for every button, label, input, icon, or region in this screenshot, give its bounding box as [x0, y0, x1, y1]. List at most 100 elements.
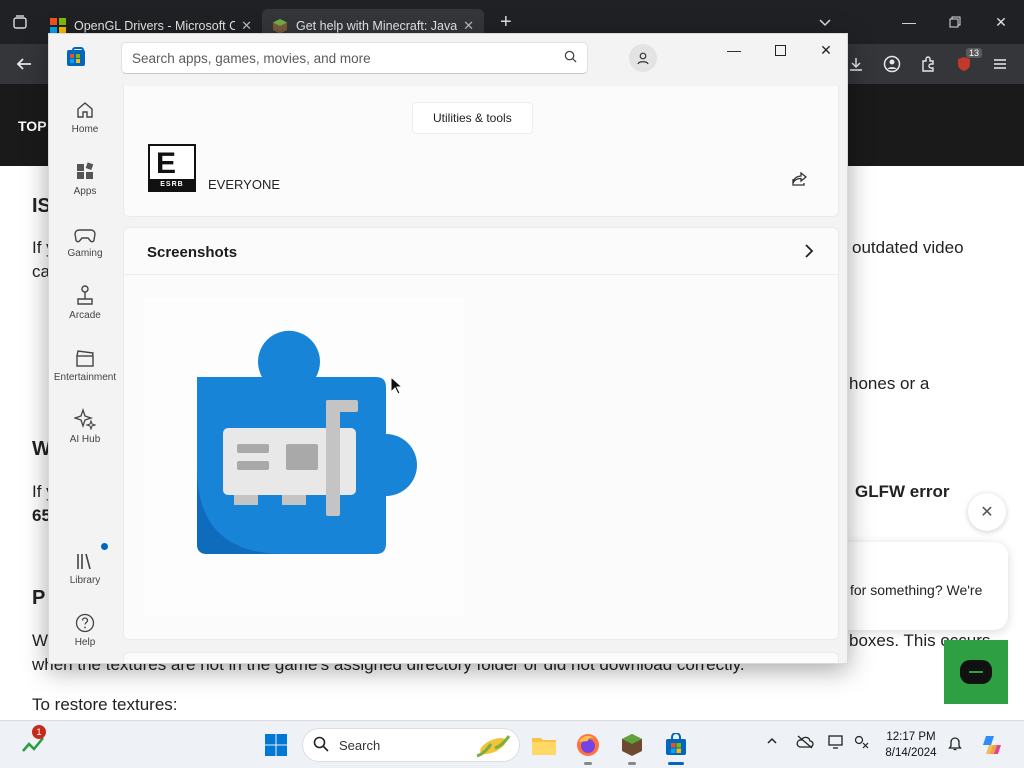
article-text: W — [32, 631, 49, 650]
age-rating-label: EVERYONE — [208, 177, 281, 192]
system-clock[interactable]: 12:17 PM 8/14/2024 — [878, 729, 944, 761]
joystick-icon — [49, 278, 121, 306]
chat-dismiss-icon[interactable]: ✕ — [968, 493, 1006, 531]
sidebar-item-entertainment[interactable]: Entertainment — [49, 340, 121, 396]
close-tab-icon[interactable]: ✕ — [463, 18, 474, 34]
esrb-rating-badge: E ESRB — [148, 144, 196, 192]
microsoft-store-taskbar-icon[interactable] — [662, 731, 690, 765]
clapperboard-icon — [49, 340, 121, 368]
extensions-puzzle-icon[interactable] — [916, 52, 940, 76]
home-icon — [49, 92, 121, 120]
screenshots-title: Screenshots — [147, 244, 238, 261]
sidebar-item-gaming[interactable]: Gaming — [49, 216, 121, 272]
store-product-content: Utilities & tools E ESRB EVERYONE Screen… — [123, 86, 847, 663]
sidebar-item-help[interactable]: Help — [49, 605, 121, 661]
new-tab-icon[interactable]: + — [500, 11, 512, 34]
browser-restore-icon[interactable] — [932, 0, 978, 44]
taskbar-search-label: Search — [339, 738, 381, 753]
library-books-icon — [49, 543, 121, 571]
sidebar-item-arcade[interactable]: Arcade — [49, 278, 121, 334]
browser-minimize-icon[interactable]: — — [886, 0, 932, 44]
article-text: To restore textures: — [32, 695, 178, 714]
screenshot-thumbnail[interactable] — [144, 298, 464, 616]
microsoft-logo-icon — [50, 18, 66, 34]
chevron-right-icon[interactable] — [800, 242, 818, 260]
tab-title: Get help with Minecraft: Java E — [296, 19, 458, 33]
taskbar-search-box[interactable]: Search — [302, 728, 520, 762]
store-search-input[interactable] — [122, 43, 542, 73]
screenshots-header[interactable]: Screenshots — [124, 228, 838, 275]
article-heading: P — [32, 587, 46, 609]
clock-time: 12:17 PM — [886, 731, 936, 743]
clock-date: 8/14/2024 — [885, 747, 937, 759]
help-question-icon — [49, 605, 121, 633]
onedrive-offline-icon[interactable] — [796, 735, 814, 752]
display-settings-icon[interactable] — [828, 735, 844, 752]
menu-hamburger-icon[interactable] — [988, 52, 1012, 76]
article-text: hones or a — [849, 374, 930, 393]
mouse-cursor-icon — [390, 376, 404, 395]
sidebar-item-label: AI Hub — [69, 434, 101, 445]
browser-close-icon[interactable]: ✕ — [978, 0, 1024, 44]
search-icon[interactable] — [564, 50, 577, 66]
gamepad-icon — [49, 216, 121, 244]
sparkle-icon — [49, 402, 121, 430]
store-maximize-icon[interactable] — [757, 34, 803, 66]
esrb-label: ESRB — [150, 179, 194, 190]
sidebar-item-label: Apps — [73, 186, 97, 197]
file-explorer-icon[interactable] — [530, 731, 558, 759]
extension-badge-count: 13 — [965, 48, 982, 58]
screenshots-section: Screenshots — [123, 227, 839, 640]
stocks-widget-icon[interactable]: 1 — [20, 725, 48, 759]
sidebar-item-library[interactable]: Library — [49, 543, 121, 599]
sidebar-item-label: Home — [71, 124, 99, 135]
copilot-icon[interactable] — [978, 731, 1006, 759]
site-nav-top-link[interactable]: TOP — [18, 118, 47, 134]
next-section-card — [123, 652, 839, 663]
sidebar-item-home[interactable]: Home — [49, 92, 121, 148]
share-icon[interactable] — [790, 170, 812, 192]
category-chip[interactable]: Utilities & tools — [412, 102, 533, 134]
running-indicator — [628, 762, 636, 765]
sidebar-item-label: Entertainment — [53, 372, 117, 383]
tab-title: OpenGL Drivers - Microsoft Cor — [74, 19, 236, 33]
sidebar-item-label: Arcade — [69, 310, 101, 321]
search-icon — [313, 736, 329, 756]
esrb-letter: E — [156, 147, 177, 180]
windows-start-icon[interactable] — [262, 731, 290, 759]
tab-list-icon[interactable] — [0, 0, 40, 44]
minecraft-grass-block-icon — [273, 19, 287, 34]
sidebar-item-label: Library — [69, 575, 101, 586]
firefox-icon[interactable] — [574, 731, 602, 765]
store-close-icon[interactable]: ✕ — [803, 34, 847, 66]
close-tab-icon[interactable]: ✕ — [241, 18, 252, 34]
chat-launcher-button[interactable] — [944, 640, 1008, 704]
windows-taskbar: 1 Search 12:17 PM 8/14/2024 — [0, 720, 1024, 768]
profile-avatar-icon[interactable] — [629, 44, 657, 72]
back-arrow-icon[interactable] — [12, 52, 36, 76]
microsoft-store-window: — ✕ Home Apps Gaming Arcade Entertainmen… — [48, 33, 848, 664]
sidebar-item-label: Help — [74, 637, 96, 648]
minecraft-launcher-icon[interactable] — [618, 731, 646, 765]
sidebar-item-ai-hub[interactable]: AI Hub — [49, 402, 121, 458]
running-indicator — [584, 762, 592, 765]
sidebar-item-label: Gaming — [67, 248, 103, 259]
product-info-card: Utilities & tools E ESRB EVERYONE — [123, 86, 839, 217]
corn-search-highlight-icon — [476, 735, 511, 758]
library-update-dot — [101, 543, 108, 550]
apps-grid-icon — [49, 154, 121, 182]
chat-bubble-icon — [960, 660, 992, 684]
article-text: outdated video — [852, 238, 964, 257]
network-sound-icon[interactable] — [854, 735, 870, 752]
article-text-bold: GLFW error — [855, 482, 950, 501]
active-app-indicator — [668, 762, 684, 765]
show-hidden-icons-chevron[interactable] — [766, 735, 778, 750]
ublock-extension-icon[interactable]: 13 — [952, 48, 982, 76]
store-minimize-icon[interactable]: — — [711, 34, 757, 66]
puzzle-graphics-card-icon — [197, 330, 417, 554]
notification-bell-icon[interactable] — [948, 735, 962, 754]
chat-prompt-bubble[interactable]: for something? We're — [830, 542, 1008, 630]
sidebar-item-apps[interactable]: Apps — [49, 154, 121, 210]
store-search-box[interactable] — [121, 42, 588, 74]
account-icon[interactable] — [880, 52, 904, 76]
